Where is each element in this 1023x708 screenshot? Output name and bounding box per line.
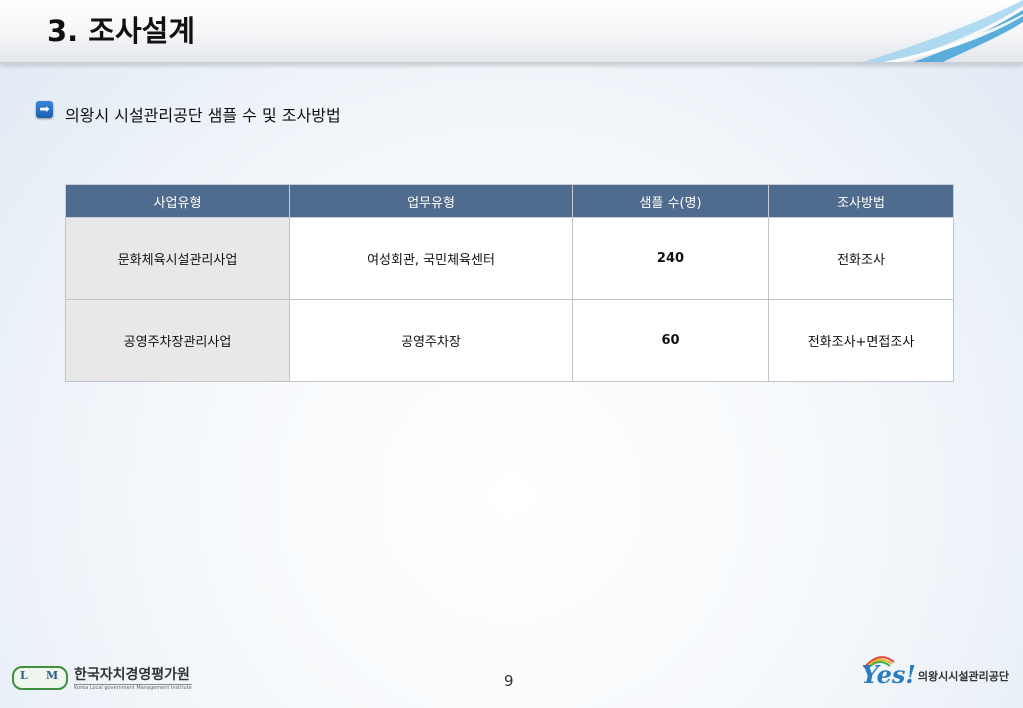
arrow-right-icon: ➡ [36,100,53,118]
survey-table: 사업유형 업무유형 샘플 수(명) 조사방법 문화체육시설관리사업 여성회관, … [65,184,954,382]
yes-logo-text: Yes! [861,660,916,689]
column-header: 조사방법 [768,184,954,218]
table-cell: 공영주차장관리사업 [65,299,290,382]
table-cell: 60 [572,299,769,382]
column-header: 샘플 수(명) [572,184,769,218]
table-row: 문화체육시설관리사업 여성회관, 국민체육센터 240 전화조사 [65,217,954,300]
org-name: 한국자치경영평가원 [74,667,190,683]
lm-logo-icon: L M [12,665,68,690]
decorative-swoosh [863,0,1023,62]
section-heading: ➡ 의왕시 시설관리공단 샘플 수 및 조사방법 [36,92,341,126]
page-title: 3. 조사설계 [47,14,196,48]
slide-header: 3. 조사설계 [0,0,1023,64]
table-cell: 전화조사+면접조사 [768,299,954,382]
lm-logo-letter: L [20,668,28,682]
table-cell: 전화조사 [768,217,954,300]
table-cell: 공영주차장 [289,299,573,382]
table-cell: 240 [572,217,769,300]
section-heading-text: 의왕시 시설관리공단 샘플 수 및 조사방법 [65,106,341,125]
lm-logo-letter: M [46,668,59,682]
column-header: 업무유형 [289,184,573,218]
table-header-row: 사업유형 업무유형 샘플 수(명) 조사방법 [65,184,954,218]
org-text: 한국자치경영평가원 Korea Local government Managem… [74,664,192,691]
table-cell: 문화체육시설관리사업 [65,217,290,300]
table-row: 공영주차장관리사업 공영주차장 60 전화조사+면접조사 [65,299,954,382]
brand-name: 의왕시시설관리공단 [917,670,1009,683]
brand-logo: Yes! 의왕시시설관리공단 [861,656,1009,689]
column-header: 사업유형 [65,184,290,218]
org-logo: L M 한국자치경영평가원 Korea Local government Man… [12,664,192,691]
table-cell: 여성회관, 국민체육센터 [289,217,573,300]
org-name-en: Korea Local government Management Instit… [74,684,192,691]
page-number: 9 [504,672,514,690]
